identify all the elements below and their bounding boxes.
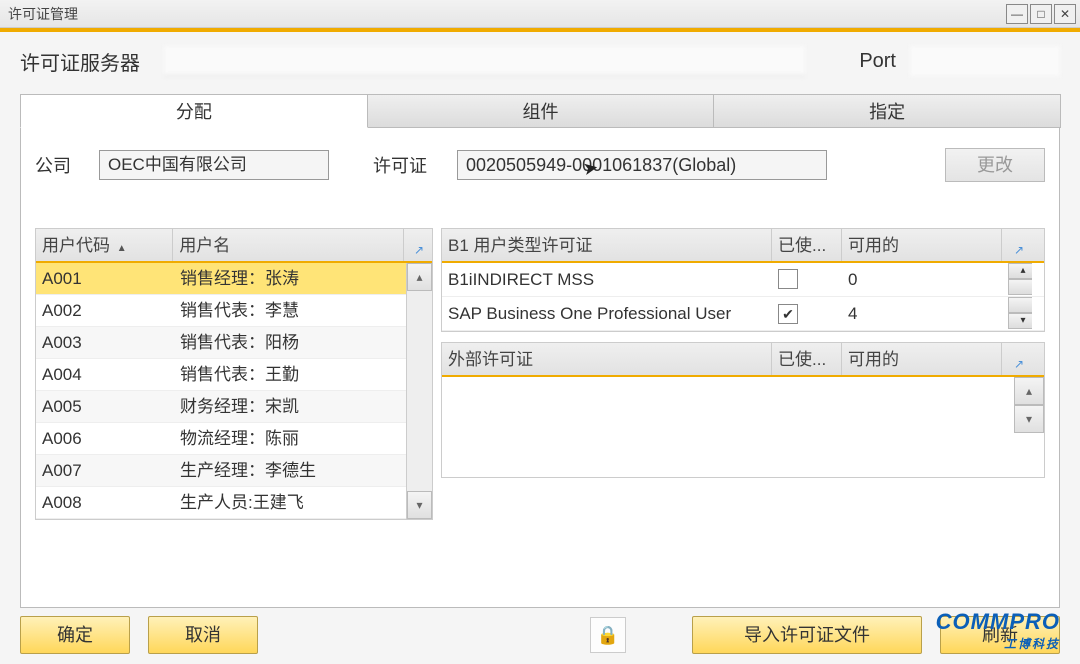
spin-down-button[interactable] <box>1008 279 1032 295</box>
license-server-row: 许可证服务器 Port <box>0 32 1080 86</box>
lock-icon[interactable]: 🔒 <box>590 617 626 653</box>
lic1-col-avail[interactable]: 可用的 <box>842 229 1002 261</box>
window-title: 许可证管理 <box>8 4 78 24</box>
lic2-col-used[interactable]: 已使... <box>772 343 842 375</box>
license-server-input[interactable] <box>164 46 805 76</box>
ok-button[interactable]: 确定 <box>20 616 130 654</box>
scroll-down-button[interactable]: ▾ <box>407 491 432 519</box>
window-titlebar: 许可证管理 — □ ✕ <box>0 0 1080 28</box>
expand-icon[interactable]: ↗ <box>414 233 426 245</box>
port-label: Port <box>859 50 896 73</box>
license-label: 许可证 <box>373 152 443 178</box>
main-tabs: 分配 组件 指定 <box>20 94 1060 128</box>
spin-down-button[interactable]: ▾ <box>1008 313 1032 329</box>
ext-scrollbar[interactable]: ▴ ▾ <box>1014 377 1044 477</box>
license-field[interactable]: 0020505949-0001061837(Global) <box>457 150 827 180</box>
scroll-up-button[interactable]: ▴ <box>407 263 432 291</box>
spin-up-button[interactable]: ▴ <box>1008 263 1032 279</box>
company-label: 公司 <box>35 152 85 178</box>
change-button[interactable]: 更改 <box>945 148 1045 182</box>
used-checkbox[interactable] <box>778 269 798 289</box>
users-scrollbar[interactable]: ▴ ▾ <box>406 263 432 519</box>
window-minimize-button[interactable]: — <box>1006 4 1028 24</box>
tab-allocation[interactable]: 分配 <box>20 94 368 128</box>
users-corner: ↗ <box>404 229 432 261</box>
b1-license-table: B1 用户类型许可证 已使... 可用的 ↗ B1iINDIRECT MSS 0 <box>441 228 1045 332</box>
table-row[interactable]: A003 销售代表：阳杨 <box>36 327 406 359</box>
refresh-button[interactable]: 刷新 <box>940 616 1060 654</box>
external-license-table: 外部许可证 已使... 可用的 ↗ ▴ ▾ <box>441 342 1045 478</box>
import-license-file-button[interactable]: 导入许可证文件 <box>692 616 922 654</box>
window-close-button[interactable]: ✕ <box>1054 4 1076 24</box>
lic2-col-type[interactable]: 外部许可证 <box>442 343 772 375</box>
lic2-corner: ↗ <box>1002 343 1032 375</box>
tab-assign[interactable]: 指定 <box>713 94 1061 128</box>
table-row[interactable]: A005 财务经理：宋凯 <box>36 391 406 423</box>
table-row[interactable]: A002 销售代表：李慧 <box>36 295 406 327</box>
sort-asc-icon: ▲ <box>117 243 127 254</box>
table-row[interactable]: A006 物流经理：陈丽 <box>36 423 406 455</box>
used-checkbox[interactable]: ✔ <box>778 304 798 324</box>
users-col-name[interactable]: 用户名 <box>173 229 404 261</box>
allocation-panel: 公司 OEC中国有限公司 许可证 0020505949-0001061837(G… <box>20 128 1060 608</box>
table-row[interactable]: SAP Business One Professional User ✔ 4 ▾ <box>442 297 1044 331</box>
lic2-col-avail[interactable]: 可用的 <box>842 343 1002 375</box>
bottom-bar: 确定 取消 🔒 导入许可证文件 刷新 <box>0 616 1080 654</box>
scroll-up-button[interactable]: ▴ <box>1014 377 1044 405</box>
port-input[interactable] <box>910 46 1060 76</box>
lic1-corner: ↗ <box>1002 229 1032 261</box>
panel-top-row: 公司 OEC中国有限公司 许可证 0020505949-0001061837(G… <box>35 148 1045 182</box>
table-row[interactable]: B1iINDIRECT MSS 0 ▴ <box>442 263 1044 297</box>
table-row[interactable]: A007 生产经理：李德生 <box>36 455 406 487</box>
expand-icon[interactable]: ↗ <box>1014 233 1026 245</box>
scroll-down-button[interactable]: ▾ <box>1014 405 1044 433</box>
license-server-label: 许可证服务器 <box>20 47 150 76</box>
company-field[interactable]: OEC中国有限公司 <box>99 150 329 180</box>
table-row[interactable]: A008 生产人员:王建飞 <box>36 487 406 519</box>
users-table: 用户代码 ▲ 用户名 ↗ A001 销售经理：张涛 <box>35 228 433 520</box>
lic1-col-type[interactable]: B1 用户类型许可证 <box>442 229 772 261</box>
cancel-button[interactable]: 取消 <box>148 616 258 654</box>
window-maximize-button[interactable]: □ <box>1030 4 1052 24</box>
lic1-col-used[interactable]: 已使... <box>772 229 842 261</box>
table-row[interactable]: A004 销售代表：王勤 <box>36 359 406 391</box>
users-col-code[interactable]: 用户代码 ▲ <box>36 229 173 261</box>
users-body: A001 销售经理：张涛 A002 销售代表：李慧 A003 销售代表：阳杨 <box>36 263 432 519</box>
tab-component[interactable]: 组件 <box>367 94 715 128</box>
table-row[interactable]: A001 销售经理：张涛 <box>36 263 406 295</box>
expand-icon[interactable]: ↗ <box>1014 347 1026 359</box>
